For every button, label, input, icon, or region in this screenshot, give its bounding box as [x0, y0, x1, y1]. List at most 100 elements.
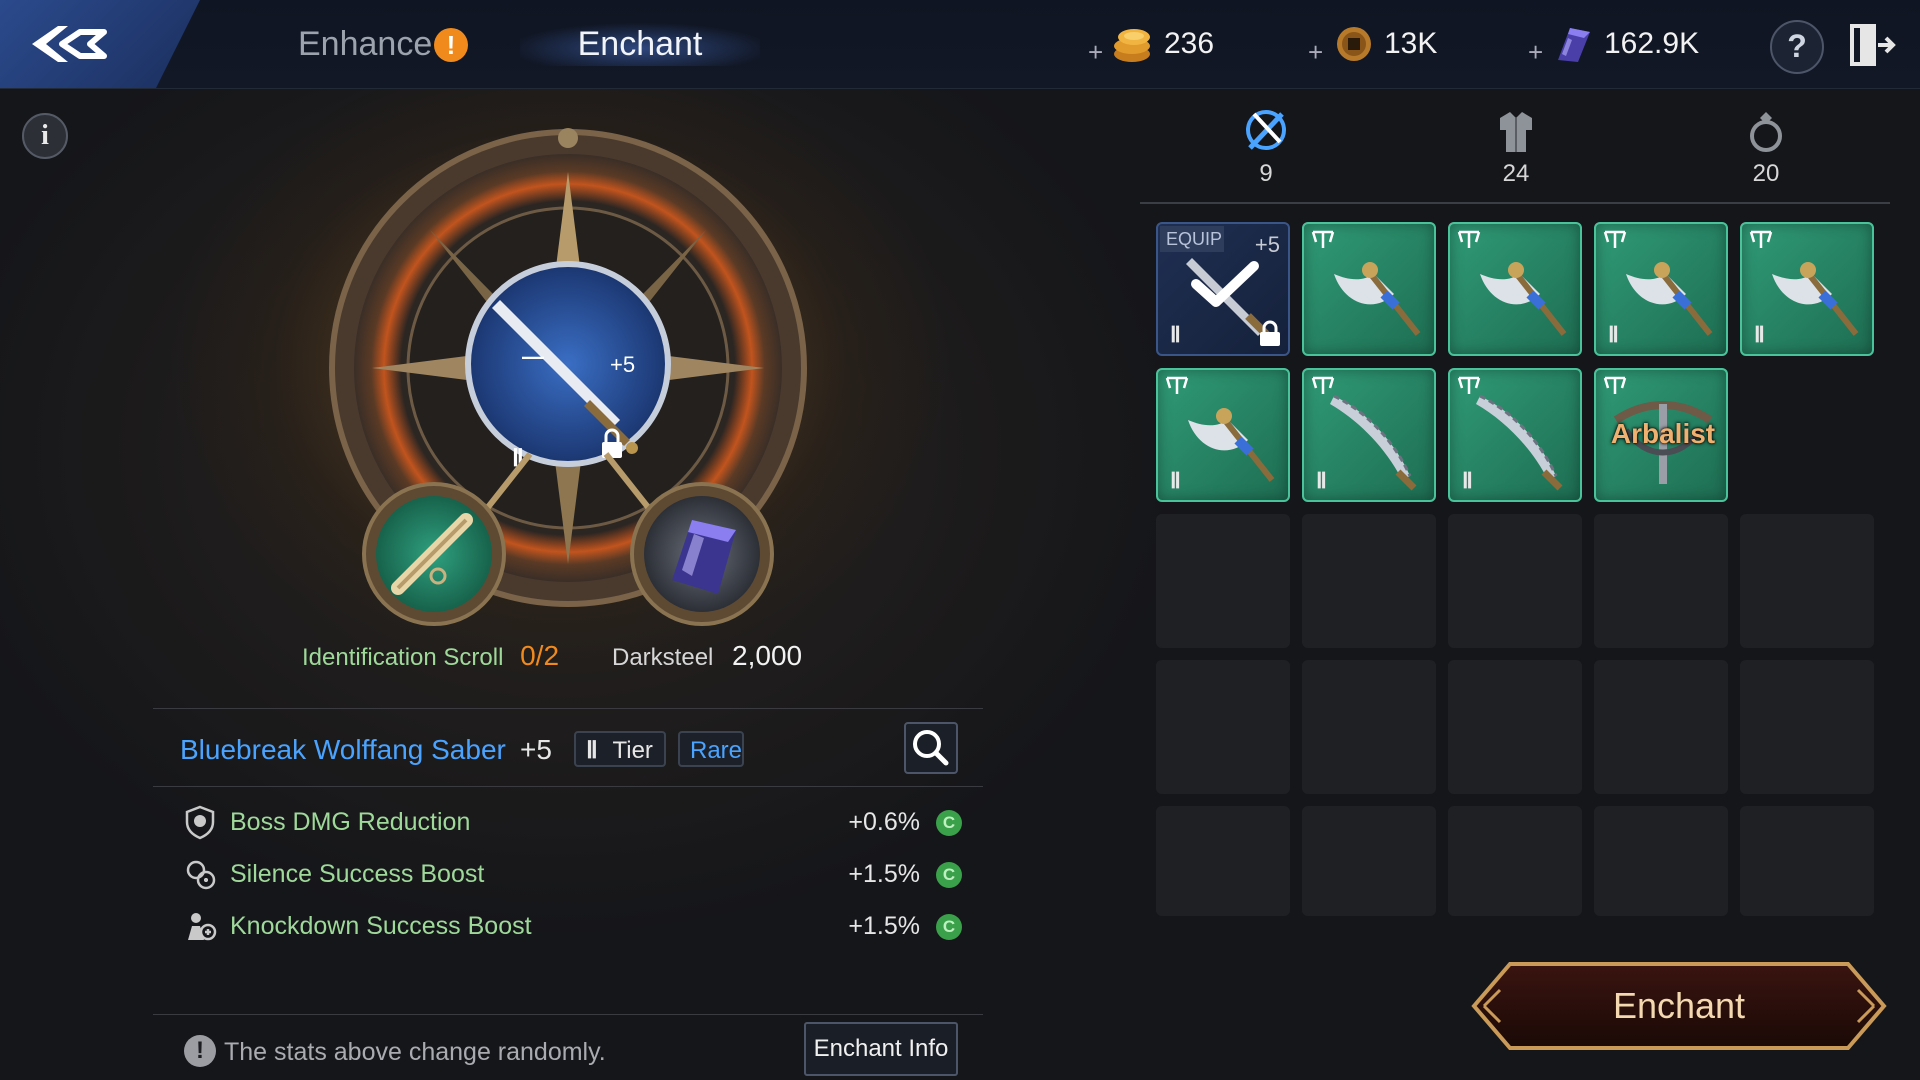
armor-category-icon [1500, 112, 1532, 152]
saber-icon [1330, 394, 1417, 491]
knockdown-icon [188, 913, 217, 941]
inventory-slot-empty [1594, 514, 1728, 648]
enchant-button[interactable]: Enchant [1470, 960, 1888, 1052]
info-button[interactable]: i [22, 113, 68, 159]
stat-row: Knockdown Success Boost +1.5% C [180, 906, 980, 946]
material-scroll-amount: 0/2 [520, 640, 560, 671]
boss-shield-icon [185, 805, 215, 840]
magnifier-icon [913, 730, 949, 766]
slot-tier: Ⅱ [1462, 468, 1473, 493]
alert-icon: ! [434, 28, 468, 62]
category-armor[interactable]: 24 [1476, 108, 1556, 188]
help-button[interactable]: ? [1770, 20, 1824, 74]
inventory-slot-empty [1156, 806, 1290, 916]
stat-row: Silence Success Boost +1.5% C [180, 854, 980, 894]
stat-value: +1.5% [848, 860, 920, 888]
inventory-slot-empty [1448, 514, 1582, 648]
inventory-slot[interactable]: Ⅱ [1448, 368, 1582, 502]
axe-icon [1480, 262, 1567, 336]
add-icon: + [1528, 37, 1544, 67]
accessory-ring-icon [1750, 112, 1782, 152]
stat-row: Boss DMG Reduction +0.6% C [180, 802, 980, 842]
tier-mark: Ⅱ [586, 738, 598, 764]
inventory-slot-empty [1740, 660, 1874, 794]
axe-icon [1188, 408, 1275, 482]
equip-label: EQUIP [1160, 226, 1224, 252]
inventory-slot[interactable] [1448, 222, 1582, 356]
inventory-slot-empty [1740, 806, 1874, 916]
inventory-slot[interactable]: Ⅱ [1740, 222, 1874, 356]
enchant-info-button[interactable]: Enchant Info [804, 1022, 958, 1076]
tab-enhance[interactable]: Enhance [298, 22, 432, 66]
material-darksteel: Darksteel 2,000 [612, 640, 802, 672]
stat-grade-badge: C [936, 914, 962, 940]
slot-tier: Ⅱ [1608, 322, 1619, 347]
inventory-slot[interactable] [1302, 222, 1436, 356]
stat-name: Knockdown Success Boost [230, 912, 532, 940]
category-accessory-count: 20 [1752, 160, 1780, 187]
enchant-button-label: Enchant [1612, 985, 1746, 1026]
category-accessory[interactable]: 20 [1726, 108, 1806, 188]
inventory-slot-equipped[interactable]: EQUIP +5 Ⅱ [1156, 222, 1290, 356]
material-scroll-name: Identification Scroll [302, 644, 504, 671]
stat-value: +1.5% [848, 912, 920, 940]
inventory-slot-empty [1302, 660, 1436, 794]
material-scroll: Identification Scroll 0/2 [302, 640, 559, 672]
saber-icon [1476, 394, 1563, 491]
axe-icon [1334, 262, 1421, 336]
slot-plus-level: +5 [1254, 232, 1280, 257]
tier-label: Tier [612, 737, 653, 764]
darksteel-slot[interactable] [630, 482, 774, 626]
inventory-slot-empty [1594, 660, 1728, 794]
inventory-slot[interactable]: Ⅱ [1302, 368, 1436, 502]
category-weapon-count: 9 [1259, 160, 1273, 187]
slot-tier: Ⅱ [1316, 468, 1327, 493]
inventory-slot-empty [1156, 660, 1290, 794]
axe-icon [1772, 262, 1859, 336]
item-name: Bluebreak Wolffang Saber [180, 734, 506, 765]
silence-icon [186, 860, 216, 890]
inventory-slot-empty [1302, 806, 1436, 916]
material-darksteel-name: Darksteel [612, 644, 714, 671]
stat-grade-badge: C [936, 810, 962, 836]
enchant-dial: — +5 Ⅱ [329, 128, 807, 626]
item-details-button[interactable] [904, 722, 958, 774]
stat-value: +0.6% [848, 808, 920, 836]
add-icon: + [1308, 37, 1324, 67]
darksteel-crystal-icon [1558, 28, 1590, 62]
exit-icon[interactable] [1846, 20, 1896, 70]
tab-enchant-label: Enchant [577, 25, 703, 63]
currency-gold-value: 236 [1164, 27, 1215, 60]
inventory-slot[interactable]: Ⅱ [1594, 222, 1728, 356]
add-icon: + [1088, 37, 1104, 67]
identification-scroll-slot[interactable] [362, 482, 506, 626]
slot-plus-level: +5 [610, 352, 635, 377]
slot-tier: Ⅱ [1170, 468, 1181, 493]
tab-enchant[interactable]: Enchant [520, 22, 760, 66]
back-arrow-icon [32, 26, 107, 62]
gold-coin-stack-icon [1114, 29, 1150, 62]
inventory-slot-empty [1448, 806, 1582, 916]
currency-darksteel-value: 162.9K [1604, 27, 1700, 60]
inventory-slot-empty [1156, 514, 1290, 648]
inventory-slot-empty [1448, 660, 1582, 794]
axe-icon [1626, 262, 1713, 336]
inventory-slot[interactable]: Arbalist [1594, 368, 1728, 502]
random-stats-note: The stats above change randomly. [224, 1038, 606, 1066]
lock-icon [1260, 320, 1280, 346]
inventory-slot-empty [1740, 368, 1874, 502]
slot-tier: Ⅱ [1170, 322, 1181, 347]
divider [153, 1014, 983, 1015]
back-button[interactable] [0, 0, 200, 88]
category-divider [1140, 202, 1890, 204]
checkmark-icon [1191, 261, 1259, 307]
stat-grade-badge: C [936, 862, 962, 888]
rarity-badge: Rare [678, 731, 744, 767]
tab-enhance-label: Enhance [298, 25, 433, 63]
inventory-slot[interactable]: Ⅱ [1156, 368, 1290, 502]
category-weapon[interactable]: 9 [1226, 108, 1306, 188]
item-name-overlay: Arbalist [1610, 418, 1716, 449]
ancient-coin-icon [1337, 27, 1371, 61]
divider [153, 708, 983, 709]
inventory-slot-empty [1302, 514, 1436, 648]
